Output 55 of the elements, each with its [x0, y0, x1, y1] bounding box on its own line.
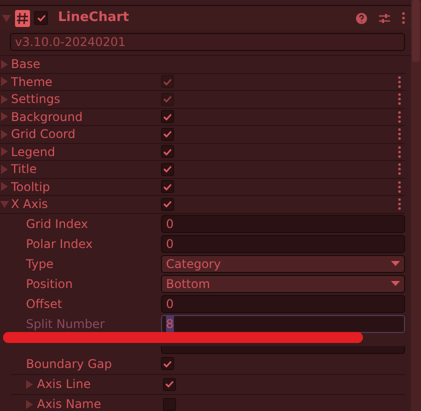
- field-label: Offset: [26, 296, 64, 312]
- help-icon[interactable]: [356, 12, 367, 24]
- caret-icon: [391, 281, 400, 286]
- component-title: LineChart: [58, 9, 130, 28]
- field-label: Split Number: [26, 316, 106, 332]
- field-label: Position: [26, 276, 74, 292]
- checkmark-icon: [36, 14, 46, 22]
- field-label: Polar Index: [26, 236, 94, 252]
- field-label: Type: [26, 256, 55, 272]
- caret-icon: [391, 261, 400, 266]
- more-menu-icon[interactable]: [398, 128, 401, 140]
- more-menu-icon[interactable]: [398, 93, 401, 106]
- section-label: Tooltip: [11, 178, 51, 196]
- field-label: Boundary Gap: [26, 356, 113, 372]
- more-menu-icon[interactable]: [398, 76, 401, 88]
- section-label: Theme: [11, 74, 54, 91]
- sliders-icon[interactable]: [379, 12, 390, 24]
- checkbox[interactable]: [163, 398, 176, 410]
- more-menu-icon[interactable]: [398, 163, 401, 176]
- checkbox[interactable]: [161, 198, 174, 211]
- checkbox[interactable]: [34, 11, 48, 25]
- number-field[interactable]: 0: [161, 234, 405, 252]
- section-label: Settings: [11, 91, 62, 108]
- number-field[interactable]: 8: [161, 314, 405, 332]
- section-label: Title: [11, 161, 38, 178]
- checkbox[interactable]: [161, 128, 174, 141]
- dropdown[interactable]: Bottom: [161, 274, 405, 292]
- more-menu-icon[interactable]: [398, 146, 401, 158]
- more-menu-icon[interactable]: [398, 180, 401, 193]
- section-label: X Axis: [11, 196, 49, 214]
- version-field: v3.10.0-20240201: [10, 33, 405, 51]
- dropdown[interactable]: Category: [161, 254, 405, 272]
- more-menu-icon[interactable]: [398, 198, 401, 210]
- more-menu-icon[interactable]: [402, 12, 405, 24]
- more-menu-icon[interactable]: [398, 110, 401, 123]
- field-label: Axis Line: [37, 376, 92, 393]
- checkbox[interactable]: [161, 357, 174, 370]
- number-field[interactable]: [161, 346, 405, 354]
- section-label: Legend: [11, 144, 56, 161]
- section-label: Grid Coord: [11, 126, 76, 144]
- checkbox[interactable]: [163, 378, 176, 390]
- field-label: Axis Name: [37, 396, 102, 411]
- section-label: Background: [11, 108, 84, 126]
- field-label: Grid Index: [26, 216, 90, 232]
- checkmark-icon: [165, 380, 174, 388]
- number-field[interactable]: 0: [161, 214, 405, 232]
- checkbox[interactable]: [161, 145, 174, 158]
- checkbox[interactable]: [161, 110, 174, 124]
- section-label: Base: [11, 56, 42, 74]
- script-icon: [15, 10, 30, 26]
- checkmark-icon: [163, 360, 172, 368]
- scrollbar-thumb[interactable]: [412, 0, 420, 62]
- number-field[interactable]: 0: [161, 294, 405, 312]
- checkbox[interactable]: [161, 180, 174, 194]
- checkbox[interactable]: [161, 162, 174, 176]
